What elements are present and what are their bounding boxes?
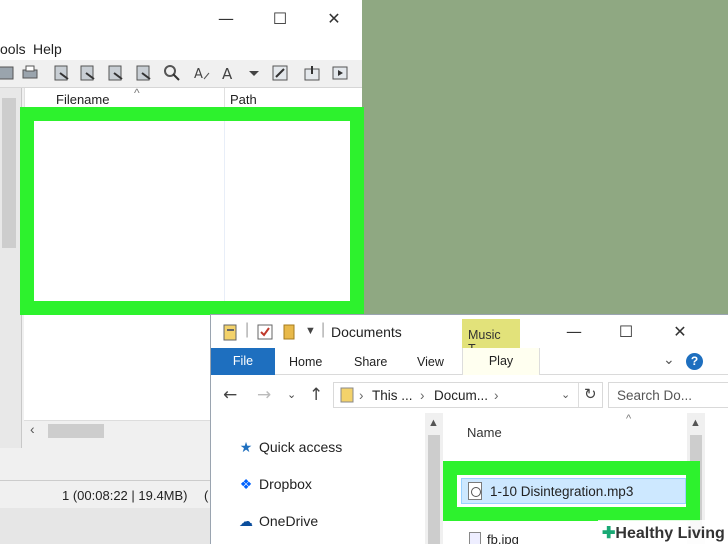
- nav-scrollbar-thumb[interactable]: [428, 435, 440, 544]
- close-button[interactable]: ✕: [665, 319, 695, 345]
- left-panel-scrollbar[interactable]: [2, 98, 16, 248]
- music-tools-tab[interactable]: Music T...: [462, 319, 520, 356]
- star-icon: ★: [239, 439, 253, 455]
- explorer-titlebar: | ▼ | Documents Music T... — ☐ ✕: [211, 315, 728, 356]
- address-dropdown-icon[interactable]: ⌄: [561, 388, 570, 401]
- window-title: Documents: [331, 324, 402, 340]
- play-icon[interactable]: [330, 63, 350, 83]
- up-arrow-icon[interactable]: ↑: [309, 385, 323, 405]
- column-name[interactable]: Name: [467, 425, 502, 440]
- import-icon[interactable]: [302, 63, 322, 83]
- tab-share[interactable]: Share: [354, 355, 387, 369]
- back-arrow-icon[interactable]: ←: [223, 385, 237, 405]
- nav-onedrive[interactable]: ☁ OneDrive: [237, 513, 318, 530]
- properties-icon[interactable]: [223, 324, 239, 347]
- audio-file-icon: [468, 482, 482, 500]
- list-item[interactable]: fb.jpg: [469, 532, 519, 544]
- svg-text:A: A: [194, 67, 203, 82]
- column-path[interactable]: Path: [230, 92, 257, 107]
- nav-dropbox-label: Dropbox: [259, 476, 312, 492]
- breadcrumb-documents[interactable]: Docum...: [434, 388, 488, 403]
- close-button[interactable]: ✕: [320, 6, 348, 32]
- ribbon-tabs: File Home Share View Play ⌄ ?: [211, 348, 728, 375]
- watermark-text: Healthy Living: [615, 525, 725, 542]
- status-tail: (: [204, 488, 209, 503]
- tab-view[interactable]: View: [417, 355, 444, 369]
- text-file-icon[interactable]: [106, 63, 126, 83]
- nav-quick-access-label: Quick access: [259, 439, 343, 455]
- minimize-button[interactable]: —: [559, 319, 589, 345]
- folder-icon[interactable]: [283, 324, 295, 345]
- list-item-name: fb.jpg: [487, 532, 519, 544]
- left-panel: [0, 88, 22, 448]
- image-file-icon: [469, 532, 481, 544]
- checkbox-icon[interactable]: [257, 324, 273, 345]
- sort-up-icon: ^: [134, 86, 140, 100]
- highlight-file-list: [20, 107, 364, 315]
- nav-scrollbar[interactable]: ▲: [425, 413, 443, 544]
- scroll-up-icon[interactable]: ▲: [428, 417, 439, 429]
- link-icon[interactable]: [162, 63, 182, 83]
- scroll-up-icon[interactable]: ▲: [690, 417, 701, 429]
- menu-help[interactable]: Help: [33, 41, 62, 57]
- toolbar: A A: [0, 60, 362, 88]
- tag-editor-titlebar: — ☐ ✕: [0, 0, 362, 38]
- forward-arrow-icon[interactable]: →: [257, 385, 271, 405]
- minimize-button[interactable]: —: [212, 6, 240, 32]
- help-icon[interactable]: ?: [686, 353, 703, 370]
- save-icon[interactable]: [0, 63, 16, 83]
- documents-folder-icon: [340, 387, 354, 406]
- quick-access-dropdown-icon[interactable]: ▼: [305, 325, 316, 337]
- maximize-button[interactable]: ☐: [611, 319, 641, 345]
- print-icon[interactable]: [20, 63, 40, 83]
- navigation-pane: ★ Quick access ❖ Dropbox ☁ OneDrive: [211, 413, 445, 544]
- sort-up-icon: ^: [626, 413, 632, 425]
- address-bar[interactable]: › This ... › Docum... › ⌄ ↻: [333, 382, 603, 408]
- tag-from-filename-icon[interactable]: [52, 63, 72, 83]
- tab-file[interactable]: File: [211, 348, 275, 375]
- scrollbar-thumb[interactable]: [48, 424, 104, 438]
- maximize-button[interactable]: ☐: [266, 6, 294, 32]
- dropbox-icon: ❖: [239, 476, 253, 492]
- breadcrumb-this-pc[interactable]: This ...: [372, 388, 413, 403]
- cloud-icon: ☁: [239, 513, 253, 529]
- text-case-icon[interactable]: A: [192, 63, 212, 83]
- column-filename[interactable]: Filename: [56, 92, 109, 107]
- plus-icon: ✚: [602, 525, 616, 542]
- chevron-down-icon[interactable]: [244, 63, 264, 83]
- status-file-info: 1 (00:08:22 | 19.4MB): [62, 488, 188, 503]
- nav-quick-access[interactable]: ★ Quick access: [237, 439, 343, 456]
- menu-bar: ools Help: [0, 38, 362, 60]
- font-icon[interactable]: A: [220, 63, 240, 83]
- refresh-icon[interactable]: ↻: [584, 385, 597, 403]
- address-row: ← → ⌄ ↑ › This ... › Docum... › ⌄ ↻ Sear…: [211, 377, 728, 413]
- tab-home[interactable]: Home: [289, 355, 322, 369]
- scroll-left-icon[interactable]: ‹: [30, 421, 35, 437]
- filename-from-tag-icon[interactable]: [78, 63, 98, 83]
- tab-play[interactable]: Play: [462, 348, 540, 375]
- recent-locations-icon[interactable]: ⌄: [287, 388, 296, 401]
- file-list-header: Filename ^ Path: [24, 86, 362, 108]
- svg-text:A: A: [222, 65, 233, 83]
- menu-tools[interactable]: ools: [0, 41, 26, 57]
- nav-dropbox[interactable]: ❖ Dropbox: [237, 476, 312, 493]
- export-icon[interactable]: [134, 63, 154, 83]
- file-name: 1-10 Disintegration.mp3: [490, 484, 634, 499]
- chevron-down-icon[interactable]: ⌄: [663, 351, 675, 368]
- watermark-logo: ✚Healthy Living: [598, 520, 728, 544]
- nav-onedrive-label: OneDrive: [259, 513, 319, 529]
- selected-file-row[interactable]: 1-10 Disintegration.mp3: [461, 478, 686, 504]
- search-input[interactable]: Search Do...: [608, 382, 728, 408]
- edit-icon[interactable]: [270, 63, 290, 83]
